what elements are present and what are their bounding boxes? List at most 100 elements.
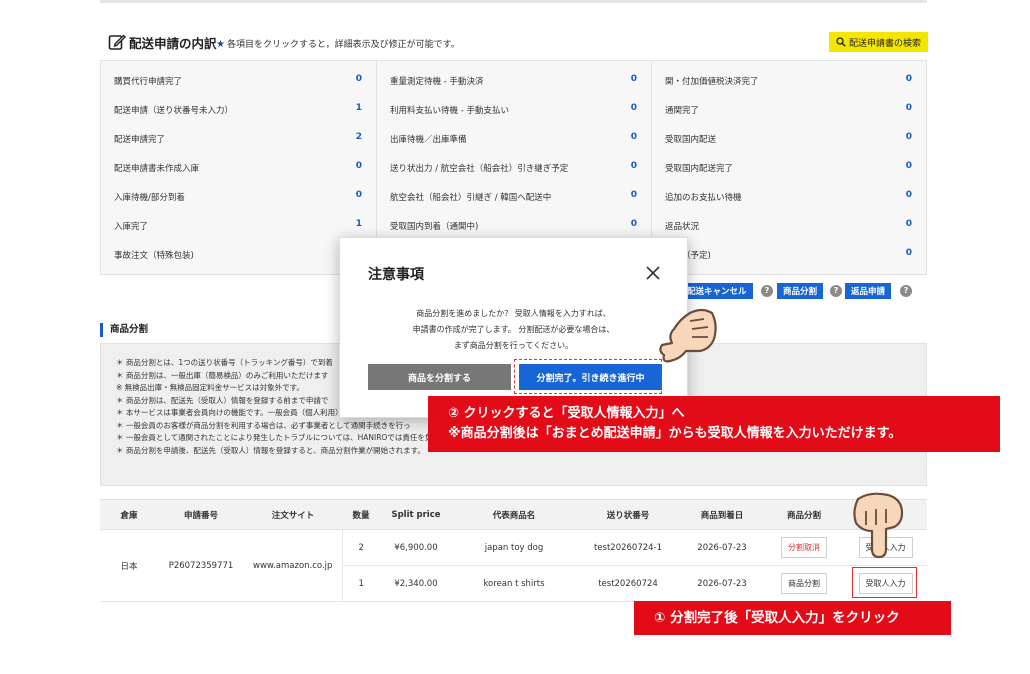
status-label: 入庫完了: [114, 222, 149, 232]
column-header: Split price: [380, 499, 452, 530]
split-cell: 商品分割: [764, 565, 844, 602]
pointing-hand-icon: [659, 308, 717, 363]
status-count: 0: [905, 248, 912, 258]
status-label: 返品状況: [665, 222, 700, 232]
status-count: 0: [905, 132, 912, 142]
status-item[interactable]: 事故注文（特殊包装): [114, 245, 362, 265]
status-item[interactable]: 利用料支払い待機 - 手動支払い 0: [390, 100, 637, 120]
product-name-cell: korean t shirts: [452, 565, 576, 602]
status-item[interactable]: 航空会社（船会社）引継ぎ / 韓国へ配送中 0: [390, 187, 637, 207]
price-cell: ¥6,900.00: [380, 529, 452, 566]
cancel-split-button[interactable]: 分割取消: [781, 537, 827, 558]
tracking-number-cell: test20260724: [576, 565, 680, 602]
status-item[interactable]: 出庫待機／出庫準備 0: [390, 129, 637, 149]
modal-text-line: まず商品分割を行ってください。: [453, 341, 574, 350]
table-row: 日本 P26072359771 www.amazon.co.jp 2 ¥6,90…: [100, 529, 927, 602]
modal-body: 商品分割を進めましたか？ 受取人情報を入力すれば、 申請書の作成が完了します。 …: [340, 306, 687, 354]
status-label: 追加のお支払い待機: [665, 193, 742, 203]
help-icon[interactable]: ?: [830, 285, 842, 297]
status-label: 重量測定待機 - 手動決済: [390, 77, 484, 87]
split-product-button[interactable]: 商品分割: [777, 283, 824, 299]
status-label: 受取国内到着（通関中): [390, 222, 479, 232]
split-table: 倉庫 申請番号 注文サイト 数量 Split price 代表商品名 送り状番号…: [100, 499, 927, 602]
status-item[interactable]: 発生（予定)0: [665, 245, 912, 265]
status-label: 送り状出力 / 航空会社（船会社）引き継ぎ予定: [390, 164, 569, 174]
status-item[interactable]: 受取国内配送 0: [665, 129, 912, 149]
section-note-text: 各項目をクリックすると，詳細表示及び修正が可能です。: [226, 40, 460, 50]
status-count: 0: [355, 74, 362, 84]
status-label: 受取国内配送完了: [665, 164, 734, 174]
split-product-modal-button[interactable]: 商品を分割する: [368, 364, 511, 390]
status-label: 入庫待機/部分到着: [114, 193, 185, 203]
edit-document-icon: [108, 34, 126, 50]
arrival-date-cell: 2026-07-23: [680, 565, 764, 602]
status-label: 事故注文（特殊包装): [114, 251, 194, 261]
search-icon: [836, 37, 846, 47]
status-label: 購買代行申請完了: [114, 77, 183, 87]
help-icon[interactable]: ?: [900, 285, 912, 297]
status-item[interactable]: 配送申請完了 2: [114, 129, 362, 149]
status-count: 0: [630, 190, 637, 200]
status-count: 0: [905, 103, 912, 113]
status-item[interactable]: 重量測定待機 - 手動決済 0: [390, 71, 637, 91]
request-number-cell: P26072359771: [158, 529, 244, 602]
column-header: 商品分割: [764, 499, 844, 530]
help-icon[interactable]: ?: [761, 285, 773, 297]
close-icon[interactable]: [645, 265, 661, 281]
status-count: 1: [355, 219, 362, 229]
status-count: 0: [630, 132, 637, 142]
section-title: 配送申請の内訳: [129, 36, 217, 51]
column-header: 代表商品名: [452, 499, 576, 530]
status-item[interactable]: 入庫待機/部分到着 0: [114, 187, 362, 207]
status-column-1: 購買代行申請完了 0 配送申請（送り状番号未入力） 1 配送申請完了 2 配送申請書未…: [101, 61, 376, 274]
status-item[interactable]: 受取国内配送完了 0: [665, 158, 912, 178]
pointing-hand-icon: [853, 492, 904, 559]
search-button-label: 配送申請書の検索: [848, 37, 921, 48]
step1-callout: ① 分割完了後「受取人入力」をクリック: [634, 601, 951, 635]
status-label: 航空会社（船会社）引継ぎ / 韓国へ配送中: [390, 193, 552, 203]
split-section-title: 商品分割: [100, 323, 148, 337]
receiver-button-highlight: [852, 567, 917, 598]
column-header: 注文サイト: [244, 499, 342, 530]
status-count: 2: [355, 132, 362, 142]
modal-title: 注意事項: [368, 267, 424, 283]
return-request-button[interactable]: 返品申請: [845, 283, 892, 299]
status-count: 1: [355, 103, 362, 113]
shipping-cancel-button[interactable]: 配送キャンセル: [681, 283, 753, 299]
star-icon: ★: [216, 39, 225, 50]
status-label: 関・付加価値税決済完了: [665, 77, 759, 87]
status-item[interactable]: 入庫完了 1: [114, 216, 362, 236]
step2-callout-line2: ※商品分割後は「おまとめ配送申請」からも受取人情報を入力いただけます。: [448, 426, 902, 441]
status-count: 0: [630, 161, 637, 171]
continue-button-highlight: [514, 359, 662, 394]
section-note: ★ 各項目をクリックすると，詳細表示及び修正が可能です。: [216, 37, 460, 50]
status-count: 0: [905, 161, 912, 171]
split-product-row-button[interactable]: 商品分割: [781, 573, 827, 594]
modal-text-line: 申請書の作成が完了します。 分割配送が必要な場合は、: [412, 325, 615, 334]
step2-callout-line1: ② クリックすると「受取人情報入力」へ: [448, 406, 685, 421]
status-count: 0: [630, 103, 637, 113]
search-application-button[interactable]: 配送申請書の検索: [828, 32, 928, 52]
status-label: 通関完了: [665, 106, 700, 116]
status-item[interactable]: 購買代行申請完了 0: [114, 71, 362, 91]
status-item[interactable]: 返品状況 0: [665, 216, 912, 236]
section-header: 配送申請の内訳 ★ 各項目をクリックすると，詳細表示及び修正が可能です。 配送申請…: [108, 32, 928, 54]
status-item[interactable]: 送り状出力 / 航空会社（船会社）引き継ぎ予定 0: [390, 158, 637, 178]
status-item[interactable]: 通関完了 0: [665, 100, 912, 120]
status-item[interactable]: 関・付加価値税決済完了 0: [665, 71, 912, 91]
quantity-cell: 1: [341, 565, 380, 602]
tracking-number-cell: test20260724-1: [576, 529, 680, 566]
status-item[interactable]: 配送申請（送り状番号未入力） 1: [114, 100, 362, 120]
order-site-cell: www.amazon.co.jp: [244, 529, 342, 602]
status-label: 受取国内配送: [665, 135, 717, 145]
status-count: 0: [905, 190, 912, 200]
status-count: 0: [905, 74, 912, 84]
status-count: 0: [630, 219, 637, 229]
status-item[interactable]: 配送申請書未作成入庫 0: [114, 158, 362, 178]
split-cell: 分割取消: [764, 529, 844, 566]
status-item[interactable]: 受取国内到着（通関中) 0: [390, 216, 637, 236]
status-item[interactable]: 追加のお支払い待機 0: [665, 187, 912, 207]
column-header: 商品到着日: [680, 499, 764, 530]
status-count: 0: [630, 74, 637, 84]
status-label: 配送申請完了: [114, 135, 166, 145]
